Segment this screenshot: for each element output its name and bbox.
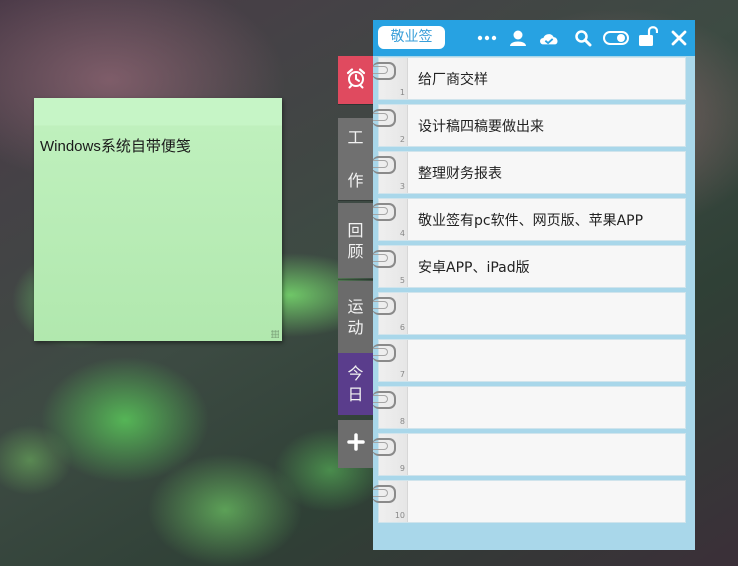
row-number: 5 bbox=[399, 276, 405, 285]
resize-grip-icon[interactable] bbox=[271, 330, 279, 338]
note-row[interactable]: 1 给厂商交样 bbox=[373, 57, 686, 100]
tab-today-char-1: 今 bbox=[347, 364, 364, 383]
user-icon[interactable] bbox=[507, 29, 529, 47]
note-row[interactable]: 6 bbox=[373, 292, 686, 335]
paperclip-icon bbox=[373, 156, 396, 174]
tab-review-char-1: 回 bbox=[347, 220, 364, 240]
tab-sport[interactable]: 运 动 bbox=[338, 281, 373, 353]
paperclip-icon bbox=[373, 203, 396, 221]
row-number: 6 bbox=[399, 323, 405, 332]
brand-logo[interactable]: 敬业签 bbox=[378, 26, 445, 49]
paperclip-icon bbox=[373, 485, 396, 503]
unlock-icon[interactable] bbox=[637, 25, 659, 47]
tab-sport-char-1: 运 bbox=[347, 297, 364, 316]
tab-review[interactable]: 回 顾 bbox=[338, 203, 373, 278]
row-number: 8 bbox=[399, 417, 405, 426]
row-number: 4 bbox=[399, 229, 405, 238]
paperclip-icon bbox=[373, 344, 396, 362]
more-icon[interactable] bbox=[476, 29, 498, 47]
close-icon[interactable] bbox=[668, 29, 690, 47]
tab-today[interactable]: 今 日 bbox=[338, 353, 373, 415]
note-row[interactable]: 7 bbox=[373, 339, 686, 382]
tab-work-char-2: 作 bbox=[347, 171, 364, 190]
tab-alarm[interactable] bbox=[338, 56, 373, 104]
title-bar[interactable]: 敬业签 bbox=[373, 20, 695, 56]
note-text[interactable]: 给厂商交样 bbox=[418, 69, 488, 89]
row-number: 9 bbox=[399, 464, 405, 473]
note-row[interactable]: 8 bbox=[373, 386, 686, 429]
note-text[interactable]: 敬业签有pc软件、网页版、苹果APP bbox=[418, 210, 643, 230]
row-number: 3 bbox=[399, 182, 405, 191]
tab-sport-char-2: 动 bbox=[347, 318, 364, 337]
note-text[interactable]: 设计稿四稿要做出来 bbox=[418, 116, 544, 136]
toggle-icon[interactable] bbox=[603, 29, 629, 47]
paperclip-icon bbox=[373, 297, 396, 315]
add-category-button[interactable] bbox=[338, 420, 373, 468]
note-row[interactable]: 3 整理财务报表 bbox=[373, 151, 686, 194]
sticky-note-text[interactable]: Windows系统自带便笺 bbox=[40, 135, 191, 156]
note-row[interactable]: 10 bbox=[373, 480, 686, 523]
notes-panel: 敬业签 1 给厂商交样 2 设计稿四稿要做出来 3 整理财务报表 4 敬业签有pc软件、网页版… bbox=[373, 20, 695, 550]
row-number: 2 bbox=[399, 135, 405, 144]
alarm-clock-icon bbox=[345, 67, 367, 94]
paperclip-icon bbox=[373, 62, 396, 80]
paperclip-icon bbox=[373, 250, 396, 268]
row-number: 10 bbox=[394, 511, 405, 520]
row-number: 1 bbox=[399, 88, 405, 97]
tab-review-char-2: 顾 bbox=[347, 241, 364, 261]
note-text[interactable]: 安卓APP、iPad版 bbox=[418, 257, 530, 277]
row-number: 7 bbox=[399, 370, 405, 379]
note-row[interactable]: 9 bbox=[373, 433, 686, 476]
cloud-sync-icon[interactable] bbox=[538, 29, 560, 47]
note-text[interactable]: 整理财务报表 bbox=[418, 163, 502, 183]
paperclip-icon bbox=[373, 438, 396, 456]
note-row[interactable]: 2 设计稿四稿要做出来 bbox=[373, 104, 686, 147]
note-row[interactable]: 4 敬业签有pc软件、网页版、苹果APP bbox=[373, 198, 686, 241]
plus-icon bbox=[346, 432, 365, 456]
paperclip-icon bbox=[373, 109, 396, 127]
note-row[interactable]: 5 安卓APP、iPad版 bbox=[373, 245, 686, 288]
tab-today-char-2: 日 bbox=[347, 385, 364, 404]
tab-work[interactable]: 工 作 bbox=[338, 118, 373, 200]
paperclip-icon bbox=[373, 391, 396, 409]
tab-work-char-1: 工 bbox=[347, 128, 364, 147]
search-icon[interactable] bbox=[572, 29, 594, 47]
windows-sticky-note[interactable]: Windows系统自带便笺 bbox=[34, 98, 282, 341]
